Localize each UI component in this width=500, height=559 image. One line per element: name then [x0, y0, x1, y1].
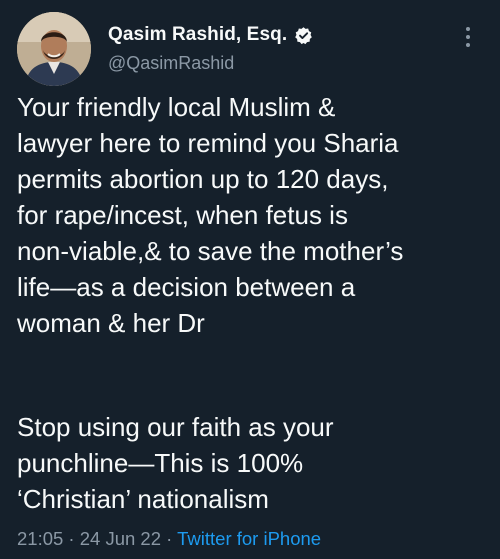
tweet-text-line: non-viable,& to save the mother’s — [17, 236, 404, 266]
tweet-text-line: life—as a decision between a — [17, 272, 356, 302]
tweet-text-paragraph-2: Stop using our faith as your punchline—T… — [17, 409, 487, 517]
tweet-text-line: Your friendly local Muslim & — [17, 92, 336, 122]
display-name[interactable]: Qasim Rashid, Esq. — [108, 24, 287, 46]
tweet-text-line: for rape/incest, when fetus is — [17, 200, 348, 230]
tweet-source-link[interactable]: Twitter for iPhone — [177, 528, 321, 549]
meta-separator: · — [63, 528, 80, 549]
tweet-text-line: ‘Christian’ nationalism — [17, 484, 269, 514]
author-handle[interactable]: @QasimRashid — [108, 53, 234, 74]
tweet-metadata: 21:05 · 24 Jun 22 · Twitter for iPhone — [17, 528, 321, 550]
meta-separator: · — [161, 528, 178, 549]
tweet-text-line: punchline—This is 100% — [17, 448, 304, 478]
tweet-date[interactable]: 24 Jun 22 — [80, 528, 161, 549]
author-name-row[interactable]: Qasim Rashid, Esq. — [108, 22, 313, 48]
avatar[interactable] — [17, 12, 91, 86]
tweet-text-line: permits abortion up to 120 days, — [17, 164, 389, 194]
tweet-time[interactable]: 21:05 — [17, 528, 63, 549]
tweet-text-paragraph-1: Your friendly local Muslim & lawyer here… — [17, 89, 487, 341]
tweet: Qasim Rashid, Esq. @QasimRashid Your fri… — [0, 0, 500, 559]
tweet-text-line: lawyer here to remind you Sharia — [17, 128, 399, 158]
more-options-icon[interactable] — [461, 24, 475, 50]
verified-badge-icon — [294, 26, 313, 45]
tweet-text-line: Stop using our faith as your — [17, 412, 334, 442]
tweet-text-line: woman & her Dr — [17, 308, 205, 338]
